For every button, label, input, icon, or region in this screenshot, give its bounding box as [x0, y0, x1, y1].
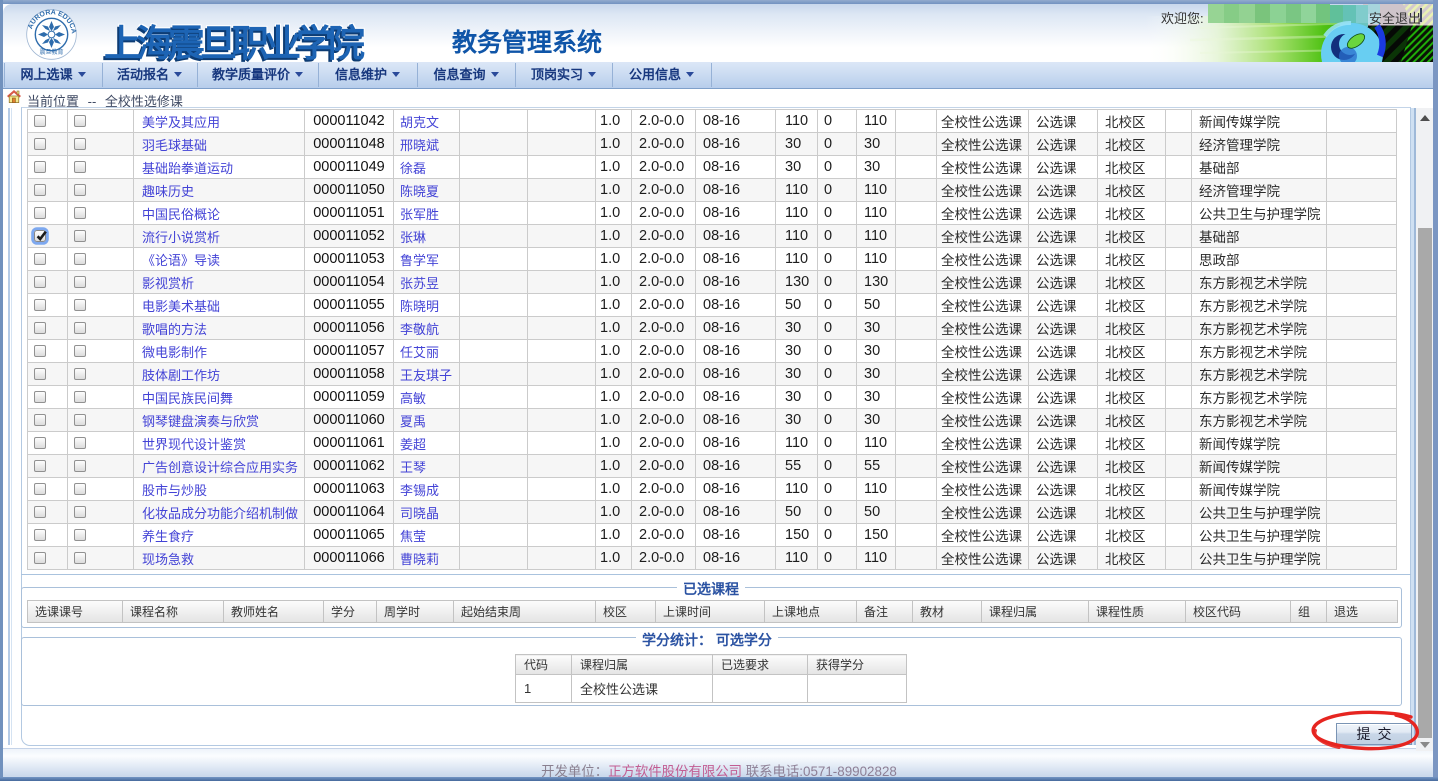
svg-text:震旦教育: 震旦教育 [39, 48, 63, 56]
